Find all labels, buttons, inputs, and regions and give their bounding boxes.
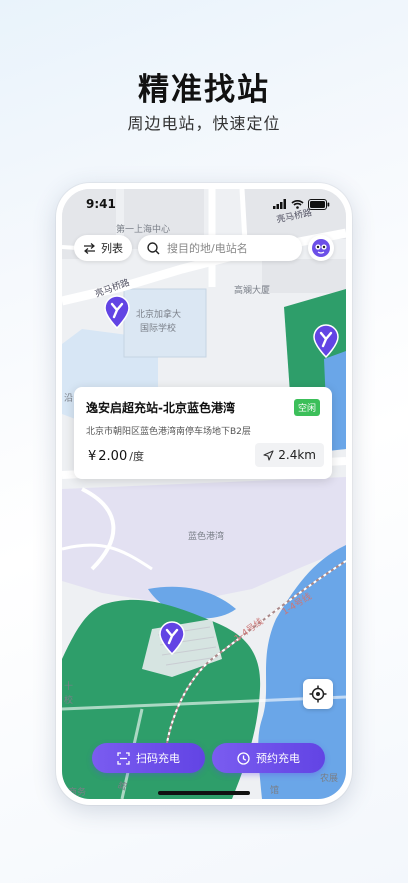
list-view-label: 列表: [101, 242, 123, 255]
avatar[interactable]: [308, 235, 334, 261]
status-badge: 空闲: [293, 399, 320, 416]
map-label-edge: 十: [64, 682, 74, 692]
scan-to-charge-label: 扫码充电: [136, 752, 180, 765]
wifi-icon: [291, 200, 304, 209]
search-input[interactable]: 搜目的地/电站名: [138, 235, 302, 261]
search-icon: [147, 241, 160, 254]
robot-avatar-icon: [312, 239, 330, 257]
reserve-charge-button[interactable]: 预约充电: [212, 743, 325, 773]
charging-station-pin[interactable]: [103, 295, 131, 329]
scan-to-charge-button[interactable]: 扫码充电: [92, 743, 205, 773]
station-card[interactable]: 逸安启超充站-北京蓝色港湾 空闲 北京市朝阳区蓝色港湾南停车场地下B2层 ¥ 2…: [74, 387, 332, 479]
app-screen: 第一上海中心 亮马桥路 亮马桥路 高斓大厦 北京加拿大 国际学校 沿 蓝色港湾 …: [62, 189, 346, 799]
promo-title: 精准找站: [138, 72, 270, 108]
map-toolbar: 列表 搜目的地/电站名: [74, 235, 334, 261]
home-indicator[interactable]: [158, 791, 250, 795]
navigation-arrow-icon: [263, 449, 274, 461]
station-name: 逸安启超充站-北京蓝色港湾: [86, 401, 235, 415]
station-address: 北京市朝阳区蓝色港湾南停车场地下B2层: [86, 427, 251, 437]
signal-icon: [273, 199, 286, 209]
map-label-edge: 校: [64, 696, 74, 706]
clock-icon: [237, 751, 250, 765]
reserve-charge-label: 预约充电: [256, 752, 300, 765]
battery-icon: [308, 198, 330, 210]
distance-value: 2.4km: [278, 448, 316, 462]
promo-subtitle: 周边电站，快速定位: [127, 114, 281, 133]
status-icons: [273, 198, 330, 210]
navigate-distance-button[interactable]: 2.4km: [255, 443, 324, 467]
price-currency: ¥: [88, 449, 97, 464]
map-label-bottom-right: 农展: [320, 774, 339, 784]
map-label-school: 北京加拿大: [136, 310, 182, 320]
charging-station-pin[interactable]: [312, 324, 340, 358]
map-label-poi: 第一上海中心: [116, 225, 171, 235]
scan-icon: [117, 751, 130, 765]
charging-station-pin[interactable]: [158, 621, 186, 655]
map-label-bottom-right: 馆: [270, 786, 280, 796]
price-value: 2.00: [98, 449, 128, 464]
map-label-school: 国际学校: [140, 324, 177, 334]
list-view-button[interactable]: 列表: [74, 235, 132, 261]
map-label-building: 高斓大厦: [234, 286, 271, 296]
station-price: ¥ 2.00 /度: [88, 448, 144, 464]
crosshair-icon: [309, 685, 327, 703]
search-placeholder: 搜目的地/电站名: [167, 242, 248, 255]
locate-me-button[interactable]: [303, 679, 333, 709]
map-label-district: 蓝色港湾: [188, 532, 225, 542]
price-unit: /度: [129, 450, 144, 463]
map-view[interactable]: [62, 189, 346, 799]
map-label-bottom-left: 商务: [68, 788, 87, 798]
phone-frame: 第一上海中心 亮马桥路 亮马桥路 高斓大厦 北京加拿大 国际学校 沿 蓝色港湾 …: [56, 183, 352, 805]
switch-icon: [84, 242, 95, 254]
map-label-edge: 沿: [64, 394, 74, 404]
status-time: 9:41: [86, 197, 116, 211]
status-bar: 9:41: [62, 189, 346, 219]
